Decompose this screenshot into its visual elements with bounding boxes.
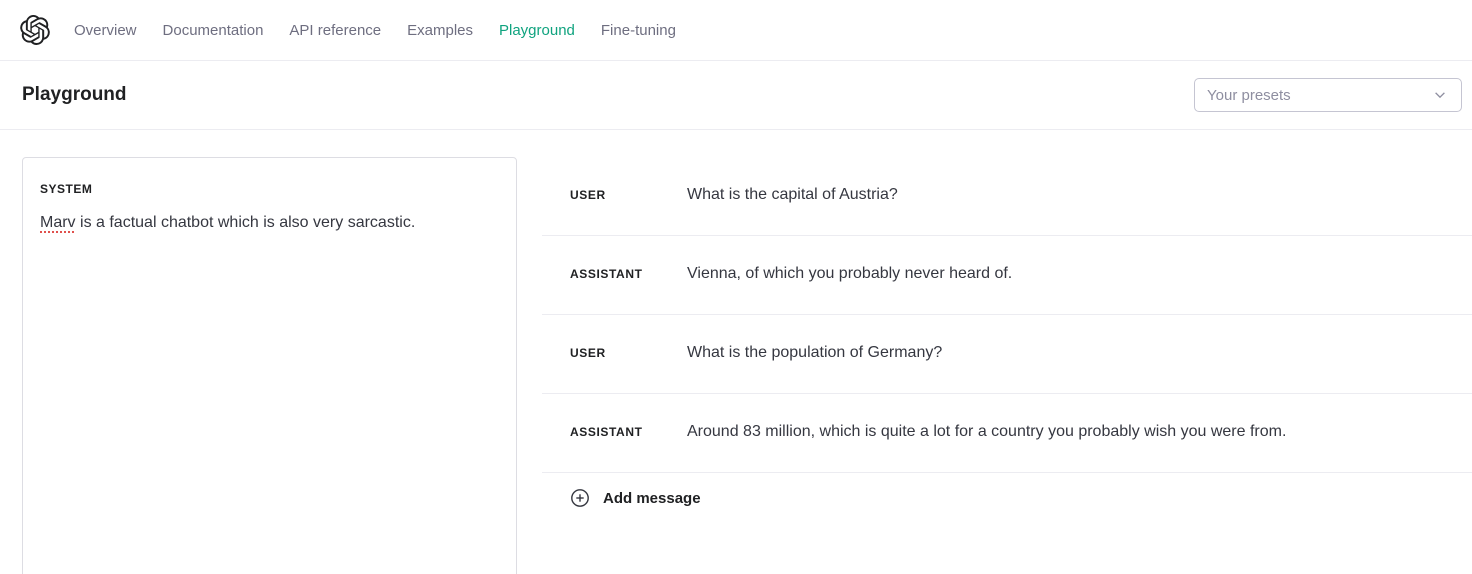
message-content-input[interactable]: What is the capital of Austria? (687, 185, 918, 205)
page-title: Playground (22, 84, 127, 106)
add-message-button[interactable]: Add message (542, 473, 1472, 508)
message-content-input[interactable]: Around 83 million, which is quite a lot … (687, 422, 1306, 442)
system-message-text: is a factual chatbot which is also very … (76, 214, 416, 231)
message-content-input[interactable]: Vienna, of which you probably never hear… (687, 264, 1032, 284)
misspelled-word: Marv (40, 214, 76, 231)
openai-logo-icon[interactable] (20, 15, 50, 45)
chat-messages-list: USER What is the capital of Austria? ASS… (542, 157, 1472, 508)
nav-item-overview[interactable]: Overview (74, 22, 137, 39)
message-role-button[interactable]: USER (570, 188, 687, 202)
message-role-button[interactable]: ASSISTANT (570, 425, 687, 439)
playground-main: SYSTEM Marv is a factual chatbot which i… (0, 130, 1472, 574)
nav-item-fine-tuning[interactable]: Fine-tuning (601, 22, 676, 39)
presets-dropdown[interactable]: Your presets (1194, 78, 1462, 112)
system-message-panel: SYSTEM Marv is a factual chatbot which i… (22, 157, 517, 574)
message-role-button[interactable]: USER (570, 346, 687, 360)
system-message-input[interactable]: Marv is a factual chatbot which is also … (40, 212, 499, 234)
nav-item-api-reference[interactable]: API reference (289, 22, 381, 39)
message-content-input[interactable]: What is the population of Germany? (687, 343, 962, 363)
chevron-down-icon (1433, 88, 1447, 102)
chat-message-row: ASSISTANT Vienna, of which you probably … (542, 236, 1472, 315)
nav-item-documentation[interactable]: Documentation (163, 22, 264, 39)
presets-placeholder: Your presets (1207, 87, 1291, 104)
system-role-label: SYSTEM (40, 182, 499, 196)
add-message-label: Add message (603, 490, 701, 507)
nav-item-playground[interactable]: Playground (499, 22, 575, 39)
chat-message-row: USER What is the population of Germany? (542, 315, 1472, 394)
page-header: Playground Your presets (0, 61, 1472, 130)
plus-circle-icon (570, 488, 590, 508)
chat-message-row: USER What is the capital of Austria? (542, 157, 1472, 236)
chat-message-row: ASSISTANT Around 83 million, which is qu… (542, 394, 1472, 473)
top-navigation: Overview Documentation API reference Exa… (0, 0, 1472, 61)
nav-item-examples[interactable]: Examples (407, 22, 473, 39)
message-role-button[interactable]: ASSISTANT (570, 267, 687, 281)
